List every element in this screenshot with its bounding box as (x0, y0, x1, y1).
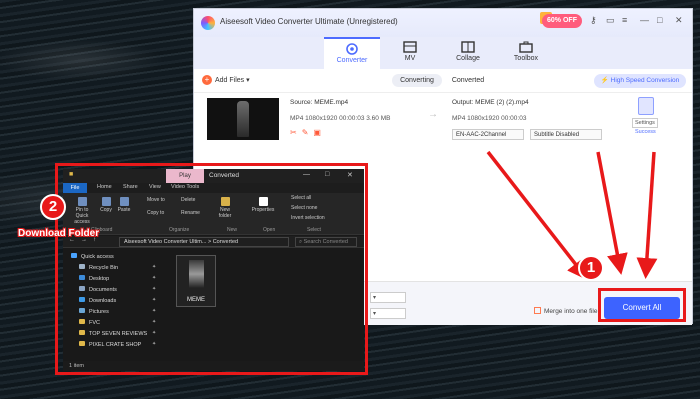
annotation-arrows (486, 150, 658, 281)
step-badge-2: 2 (40, 194, 66, 220)
download-folder-label: Download Folder (18, 228, 100, 239)
arrow-3 (636, 151, 658, 279)
arrow-2 (596, 151, 628, 275)
step-badge-1: 1 (578, 255, 604, 281)
arrow-1 (486, 150, 589, 281)
